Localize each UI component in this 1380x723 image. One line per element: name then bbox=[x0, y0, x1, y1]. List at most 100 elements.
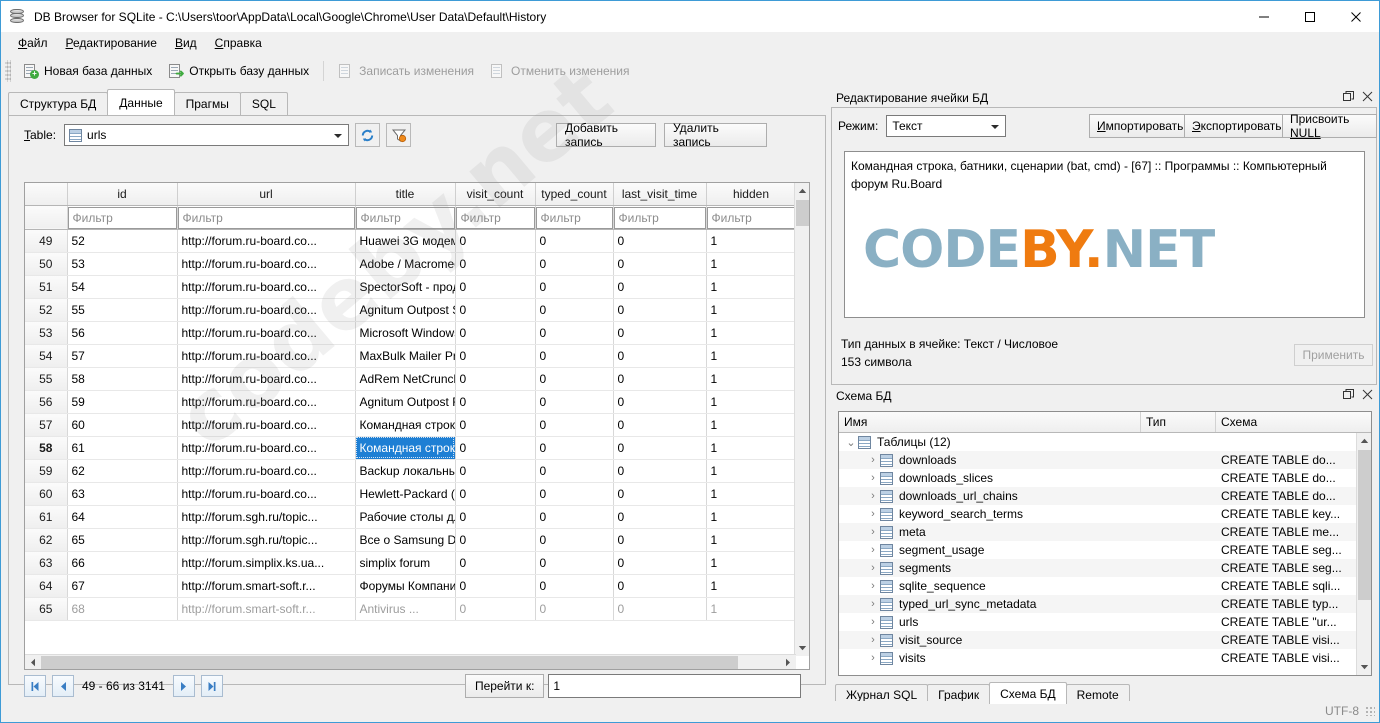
grid-col-id[interactable]: id bbox=[67, 183, 177, 205]
table-row[interactable]: 5962http://forum.ru-board.co...Backup ло… bbox=[25, 459, 796, 482]
last-page-button[interactable] bbox=[201, 675, 223, 697]
cell-id[interactable]: 55 bbox=[67, 298, 177, 321]
filter-input-last-visit-time[interactable]: Фильтр bbox=[614, 207, 706, 229]
cell-id[interactable]: 66 bbox=[67, 551, 177, 574]
row-header[interactable]: 61 bbox=[25, 505, 67, 528]
revert-changes-button[interactable]: Отменить изменения bbox=[482, 60, 637, 82]
cell-last_visit_time[interactable]: 0 bbox=[613, 436, 706, 459]
filter-cell-last-visit-time[interactable]: Фильтр bbox=[613, 205, 706, 229]
cell-visit_count[interactable]: 0 bbox=[455, 321, 535, 344]
schema-table-segments[interactable]: ›segmentsCREATE TABLE seg... bbox=[839, 559, 1371, 577]
cell-id[interactable]: 65 bbox=[67, 528, 177, 551]
chevron-right-icon[interactable]: › bbox=[866, 472, 880, 484]
cell-title[interactable]: Backup локальных... bbox=[355, 459, 455, 482]
schema-table-segment_usage[interactable]: ›segment_usageCREATE TABLE seg... bbox=[839, 541, 1371, 559]
chevron-right-icon[interactable]: › bbox=[866, 634, 880, 646]
schema-col-type[interactable]: Тип bbox=[1141, 412, 1216, 432]
cell-id[interactable]: 68 bbox=[67, 597, 177, 620]
cell-title[interactable]: Командная строка... bbox=[355, 436, 455, 459]
schema-table-downloads_slices[interactable]: ›downloads_slicesCREATE TABLE do... bbox=[839, 469, 1371, 487]
cell-title[interactable]: Antivirus ... bbox=[355, 597, 455, 620]
grid-vscroll-thumb[interactable] bbox=[796, 200, 809, 226]
row-header[interactable]: 55 bbox=[25, 367, 67, 390]
schema-col-name[interactable]: Имя bbox=[839, 412, 1141, 432]
row-header[interactable]: 62 bbox=[25, 528, 67, 551]
cell-url[interactable]: http://forum.ru-board.co... bbox=[177, 367, 355, 390]
grid-col-hidden[interactable]: hidden bbox=[706, 183, 796, 205]
menu-item-view[interactable]: Вид bbox=[166, 34, 206, 52]
cell-id[interactable]: 56 bbox=[67, 321, 177, 344]
cell-typed_count[interactable]: 0 bbox=[535, 298, 613, 321]
cell-last_visit_time[interactable]: 0 bbox=[613, 413, 706, 436]
row-header[interactable]: 59 bbox=[25, 459, 67, 482]
cell-id[interactable]: 67 bbox=[67, 574, 177, 597]
cell-hidden[interactable]: 1 bbox=[706, 321, 796, 344]
cell-id[interactable]: 53 bbox=[67, 252, 177, 275]
cell-hidden[interactable]: 1 bbox=[706, 597, 796, 620]
float-window-icon[interactable] bbox=[1343, 91, 1354, 105]
cell-id[interactable]: 62 bbox=[67, 459, 177, 482]
filter-input-visit-count[interactable]: Фильтр bbox=[456, 207, 535, 229]
cell-url[interactable]: http://forum.sgh.ru/topic... bbox=[177, 505, 355, 528]
row-header[interactable]: 49 bbox=[25, 229, 67, 252]
table-row[interactable]: 5558http://forum.ru-board.co...AdRem Net… bbox=[25, 367, 796, 390]
cell-title[interactable]: Microsoft Windows... bbox=[355, 321, 455, 344]
cell-hidden[interactable]: 1 bbox=[706, 390, 796, 413]
cell-last_visit_time[interactable]: 0 bbox=[613, 574, 706, 597]
cell-typed_count[interactable]: 0 bbox=[535, 321, 613, 344]
apply-button[interactable]: Применить bbox=[1294, 344, 1373, 366]
table-row[interactable]: 5356http://forum.ru-board.co...Microsoft… bbox=[25, 321, 796, 344]
cell-visit_count[interactable]: 0 bbox=[455, 459, 535, 482]
cell-id[interactable]: 61 bbox=[67, 436, 177, 459]
cell-visit_count[interactable]: 0 bbox=[455, 505, 535, 528]
filter-cell-title[interactable]: Фильтр bbox=[355, 205, 455, 229]
schema-table-meta[interactable]: ›metaCREATE TABLE me... bbox=[839, 523, 1371, 541]
import-button[interactable]: Импортировать bbox=[1089, 114, 1191, 138]
cell-visit_count[interactable]: 0 bbox=[455, 551, 535, 574]
row-header[interactable]: 52 bbox=[25, 298, 67, 321]
schema-tree[interactable]: Имя Тип Схема ⌄Таблицы (12)›downloadsCRE… bbox=[838, 411, 1372, 676]
cell-url[interactable]: http://forum.ru-board.co... bbox=[177, 436, 355, 459]
mode-select[interactable]: Текст bbox=[886, 115, 1006, 137]
cell-last_visit_time[interactable]: 0 bbox=[613, 390, 706, 413]
cell-hidden[interactable]: 1 bbox=[706, 551, 796, 574]
table-row[interactable]: 6568http://forum.smart-soft.r...Antiviru… bbox=[25, 597, 796, 620]
delete-record-button[interactable]: Удалить запись bbox=[664, 123, 767, 147]
cell-last_visit_time[interactable]: 0 bbox=[613, 344, 706, 367]
schema-col-schema[interactable]: Схема bbox=[1216, 412, 1336, 432]
cell-typed_count[interactable]: 0 bbox=[535, 413, 613, 436]
cell-typed_count[interactable]: 0 bbox=[535, 551, 613, 574]
cell-visit_count[interactable]: 0 bbox=[455, 275, 535, 298]
cell-hidden[interactable]: 1 bbox=[706, 574, 796, 597]
menu-item-help[interactable]: Справка bbox=[206, 34, 271, 52]
schema-table-visit_source[interactable]: ›visit_sourceCREATE TABLE visi... bbox=[839, 631, 1371, 649]
cell-url[interactable]: http://forum.ru-board.co... bbox=[177, 459, 355, 482]
grid-hscroll-track[interactable] bbox=[41, 655, 780, 670]
cell-hidden[interactable]: 1 bbox=[706, 344, 796, 367]
cell-title[interactable]: Agnitum Outpost Fi... bbox=[355, 390, 455, 413]
cell-url[interactable]: http://forum.sgh.ru/topic... bbox=[177, 528, 355, 551]
cell-last_visit_time[interactable]: 0 bbox=[613, 321, 706, 344]
cell-visit_count[interactable]: 0 bbox=[455, 597, 535, 620]
chevron-right-icon[interactable]: › bbox=[866, 544, 880, 556]
bottom-tab-db-schema[interactable]: Схема БД bbox=[989, 682, 1066, 704]
table-select[interactable]: urls bbox=[64, 124, 349, 146]
grid-vertical-scrollbar[interactable] bbox=[794, 183, 809, 656]
row-header[interactable]: 65 bbox=[25, 597, 67, 620]
cell-title[interactable]: Рабочие столы дл... bbox=[355, 505, 455, 528]
grid-hscroll-thumb[interactable] bbox=[41, 656, 738, 669]
row-header[interactable]: 51 bbox=[25, 275, 67, 298]
menu-item-edit[interactable]: Редактирование bbox=[57, 34, 166, 52]
cell-title[interactable]: Все о Samsung Du... bbox=[355, 528, 455, 551]
cell-typed_count[interactable]: 0 bbox=[535, 505, 613, 528]
cell-visit_count[interactable]: 0 bbox=[455, 252, 535, 275]
table-row[interactable]: 5760http://forum.ru-board.co...Командная… bbox=[25, 413, 796, 436]
cell-url[interactable]: http://forum.ru-board.co... bbox=[177, 229, 355, 252]
cell-title[interactable]: MaxBulk Mailer Pro... bbox=[355, 344, 455, 367]
set-null-button[interactable]: Присвоить NULL bbox=[1282, 114, 1377, 138]
table-row[interactable]: 5053http://forum.ru-board.co...Adobe / M… bbox=[25, 252, 796, 275]
cell-typed_count[interactable]: 0 bbox=[535, 482, 613, 505]
cell-typed_count[interactable]: 0 bbox=[535, 459, 613, 482]
schema-table-sqlite_sequence[interactable]: ›sqlite_sequenceCREATE TABLE sqli... bbox=[839, 577, 1371, 595]
cell-hidden[interactable]: 1 bbox=[706, 252, 796, 275]
